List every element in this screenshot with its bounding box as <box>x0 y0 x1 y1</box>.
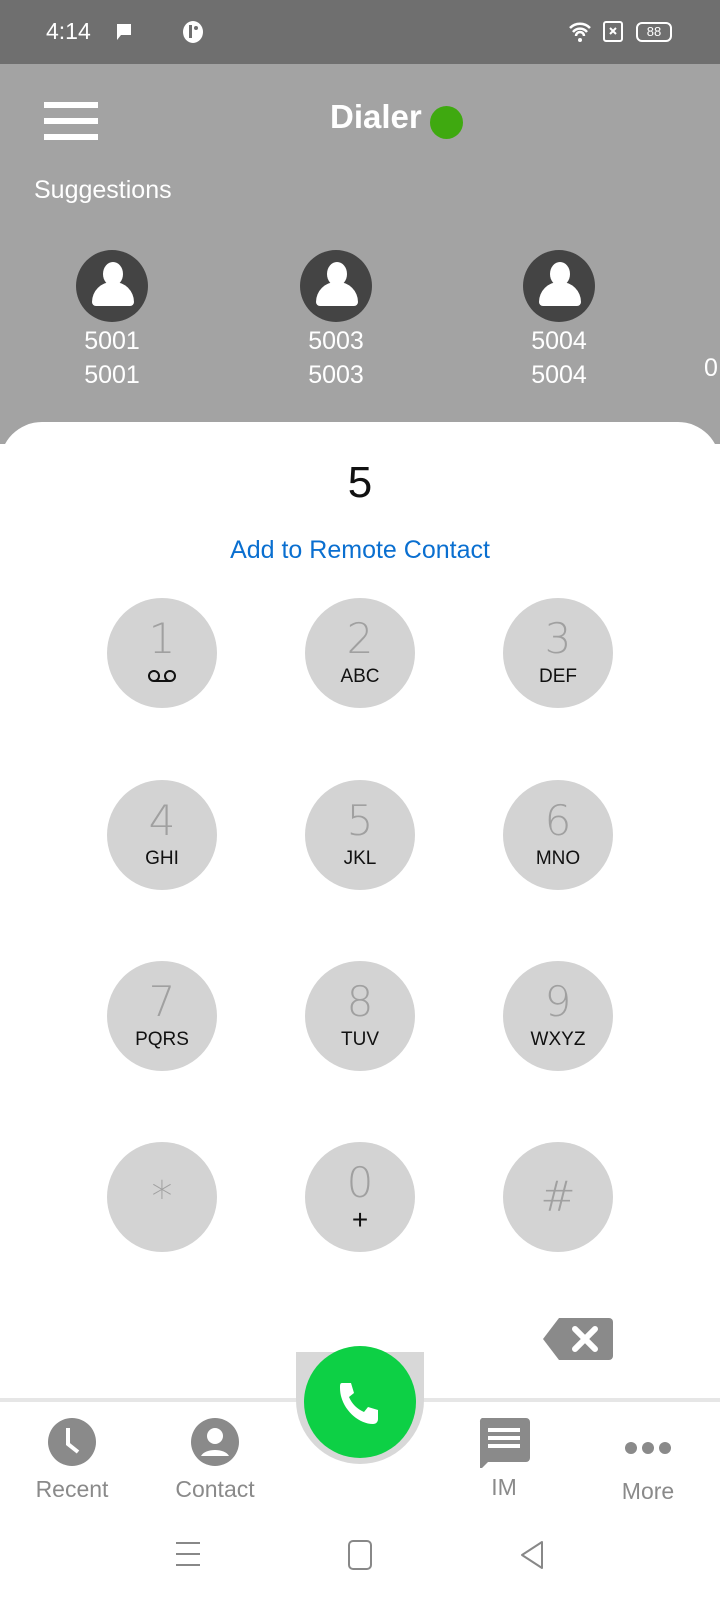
key-0[interactable]: 0 + <box>305 1142 415 1252</box>
voicemail-icon <box>148 670 176 682</box>
message-icon <box>117 24 131 40</box>
key-digit: 6 <box>544 796 572 845</box>
online-status-dot <box>430 106 463 139</box>
key-digit: 9 <box>544 977 572 1026</box>
suggestions-label: Suggestions <box>34 176 172 204</box>
nav-label: IM <box>491 1474 517 1500</box>
home-system-icon[interactable] <box>348 1540 372 1570</box>
chat-icon <box>479 1418 530 1470</box>
key-7[interactable]: 7 PQRS <box>107 961 217 1071</box>
key-digit: 2 <box>346 614 374 663</box>
nav-recent[interactable]: Recent <box>12 1418 132 1503</box>
recents-system-icon[interactable] <box>175 1540 201 1568</box>
battery-icon: 88 <box>636 22 672 42</box>
key-digit: # <box>540 1172 576 1221</box>
clock-icon <box>48 1418 96 1466</box>
nav-more[interactable]: More <box>588 1428 708 1505</box>
call-button[interactable] <box>304 1346 416 1458</box>
key-digit: 5 <box>346 796 374 845</box>
suggestion-item[interactable]: 5003 5003 <box>256 250 416 392</box>
key-star[interactable]: * <box>107 1142 217 1252</box>
suggestion-item[interactable]: 5004 5004 <box>479 250 639 392</box>
key-digit: 8 <box>346 977 374 1026</box>
dialpad-panel: 5 Add to Remote Contact 1 2 ABC 3 DEF 4 GHI 5 JK… <box>0 422 720 1422</box>
key-letters: TUV <box>341 1029 379 1050</box>
header: Dialer Suggestions 5001 5001 5003 5003 500… <box>0 64 720 444</box>
suggestion-name: 5004 <box>531 327 587 355</box>
nav-contact[interactable]: Contact <box>155 1418 275 1503</box>
key-digit: 4 <box>148 796 176 845</box>
more-icon <box>625 1442 671 1454</box>
wifi-icon <box>569 22 591 42</box>
key-2[interactable]: 2 ABC <box>305 598 415 708</box>
nav-im[interactable]: IM <box>444 1418 564 1501</box>
sim-off-icon <box>603 21 623 42</box>
key-letters: JKL <box>343 848 377 869</box>
suggestion-name: 5003 <box>308 327 364 355</box>
key-1[interactable]: 1 <box>107 598 217 708</box>
avatar-icon <box>523 250 595 322</box>
avatar-icon <box>300 250 372 322</box>
key-8[interactable]: 8 TUV <box>305 961 415 1071</box>
key-letters: PQRS <box>135 1029 189 1050</box>
backspace-icon[interactable] <box>543 1318 613 1360</box>
key-digit: 3 <box>544 614 572 663</box>
suggestion-item[interactable]: 5001 5001 <box>32 250 192 392</box>
suggestion-number: 5003 <box>308 361 364 389</box>
key-letters: ABC <box>340 666 380 687</box>
key-letters: + <box>351 1204 369 1235</box>
key-5[interactable]: 5 JKL <box>305 780 415 890</box>
key-9[interactable]: 9 WXYZ <box>503 961 613 1071</box>
status-bar: 4:14 88 <box>0 0 720 64</box>
dialed-number[interactable]: 5 <box>0 458 720 508</box>
app-icon <box>183 21 203 43</box>
key-3[interactable]: 3 DEF <box>503 598 613 708</box>
key-letters: WXYZ <box>530 1029 586 1050</box>
page-title: Dialer <box>330 98 422 135</box>
suggestion-number[interactable]: 0 <box>704 354 718 383</box>
key-6[interactable]: 6 MNO <box>503 780 613 890</box>
status-time: 4:14 <box>46 18 91 44</box>
phone-icon <box>340 1383 378 1424</box>
suggestion-name: 5001 <box>84 327 140 355</box>
nav-label: More <box>621 1478 675 1504</box>
battery-level: 88 <box>646 24 662 39</box>
contact-icon <box>191 1418 239 1466</box>
key-digit: 7 <box>148 977 176 1026</box>
key-digit: 0 <box>346 1158 374 1207</box>
suggestion-number: 5004 <box>531 361 587 389</box>
key-digit: 1 <box>148 614 176 663</box>
menu-icon[interactable] <box>44 102 98 150</box>
back-system-icon[interactable] <box>520 1540 544 1570</box>
suggestion-number: 5001 <box>84 361 140 389</box>
add-to-remote-contact-link[interactable]: Add to Remote Contact <box>0 536 720 565</box>
nav-label: Contact <box>175 1476 255 1502</box>
key-4[interactable]: 4 GHI <box>107 780 217 890</box>
nav-label: Recent <box>35 1476 109 1502</box>
key-letters: MNO <box>535 848 581 869</box>
key-digit: * <box>151 1172 173 1221</box>
key-letters: GHI <box>145 848 179 869</box>
key-hash[interactable]: # <box>503 1142 613 1252</box>
key-letters: DEF <box>539 666 577 687</box>
avatar-icon <box>76 250 148 322</box>
